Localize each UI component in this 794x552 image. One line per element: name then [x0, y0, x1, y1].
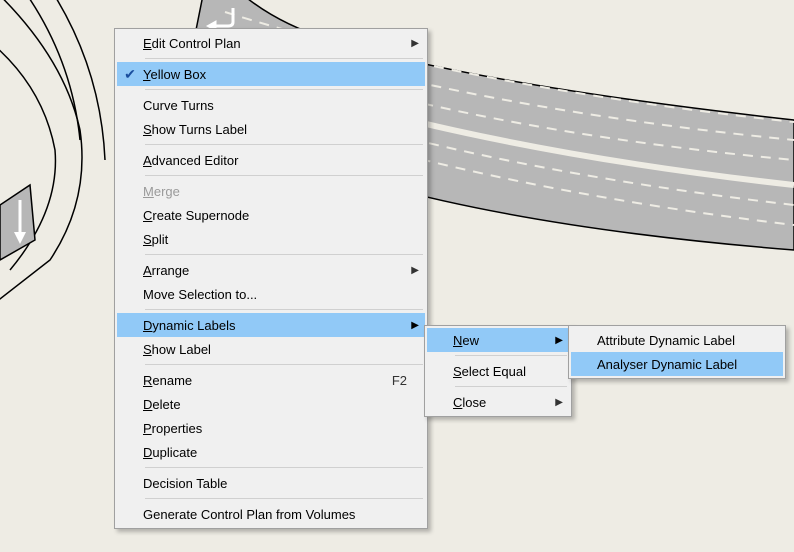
menu-label: Create Supernode — [143, 208, 407, 223]
menu-label: Yellow Box — [143, 67, 407, 82]
menu-label: Arrange — [143, 263, 407, 278]
menu-separator — [145, 89, 423, 90]
menu-separator — [145, 498, 423, 499]
menu-label: Generate Control Plan from Volumes — [143, 507, 407, 522]
check-icon: ✔ — [117, 66, 143, 83]
menu-separator — [145, 364, 423, 365]
menu-separator — [145, 58, 423, 59]
submenu-arrow-icon: ▶ — [411, 265, 419, 276]
menu-item-split[interactable]: Split — [117, 227, 425, 251]
submenu-arrow-icon: ▶ — [411, 38, 419, 49]
menu-item-show-label[interactable]: Show Label — [117, 337, 425, 361]
new-label-submenu: Attribute Dynamic Label Analyser Dynamic… — [568, 325, 786, 379]
menu-item-merge: Merge — [117, 179, 425, 203]
menu-item-show-turns-label[interactable]: Show Turns Label — [117, 117, 425, 141]
menu-label: Show Turns Label — [143, 122, 407, 137]
dynamic-labels-submenu: New ▶ Select Equal Close ▶ — [424, 325, 572, 417]
menu-item-duplicate[interactable]: Duplicate — [117, 440, 425, 464]
menu-item-new[interactable]: New ▶ — [427, 328, 569, 352]
menu-item-properties[interactable]: Properties — [117, 416, 425, 440]
menu-label: Move Selection to... — [143, 287, 407, 302]
menu-label: Properties — [143, 421, 407, 436]
menu-label: Close — [453, 395, 551, 410]
menu-label: Split — [143, 232, 407, 247]
menu-separator — [455, 386, 567, 387]
submenu-arrow-icon: ▶ — [555, 397, 563, 408]
menu-label: New — [453, 333, 551, 348]
menu-item-close[interactable]: Close ▶ — [427, 390, 569, 414]
menu-item-move-selection-to[interactable]: Move Selection to... — [117, 282, 425, 306]
menu-separator — [145, 254, 423, 255]
menu-label: Dynamic Labels — [143, 318, 407, 333]
menu-item-rename[interactable]: Rename F2 — [117, 368, 425, 392]
menu-separator — [145, 144, 423, 145]
menu-item-edit-control-plan[interactable]: Edit Control Plan ▶ — [117, 31, 425, 55]
menu-separator — [145, 467, 423, 468]
submenu-arrow-icon: ▶ — [411, 320, 419, 331]
menu-item-curve-turns[interactable]: Curve Turns — [117, 93, 425, 117]
menu-label: Analyser Dynamic Label — [597, 357, 765, 372]
menu-label: Select Equal — [453, 364, 551, 379]
menu-label: Curve Turns — [143, 98, 407, 113]
menu-item-arrange[interactable]: Arrange ▶ — [117, 258, 425, 282]
menu-item-attribute-dynamic-label[interactable]: Attribute Dynamic Label — [571, 328, 783, 352]
submenu-arrow-icon: ▶ — [555, 335, 563, 346]
menu-separator — [145, 309, 423, 310]
menu-label: Advanced Editor — [143, 153, 407, 168]
menu-label: Show Label — [143, 342, 407, 357]
context-menu: Edit Control Plan ▶ ✔ Yellow Box Curve T… — [114, 28, 428, 529]
menu-item-decision-table[interactable]: Decision Table — [117, 471, 425, 495]
menu-label: Decision Table — [143, 476, 407, 491]
menu-item-select-equal[interactable]: Select Equal — [427, 359, 569, 383]
menu-label: Edit Control Plan — [143, 36, 407, 51]
menu-label: Attribute Dynamic Label — [597, 333, 765, 348]
menu-label: Merge — [143, 184, 407, 199]
menu-item-dynamic-labels[interactable]: Dynamic Labels ▶ — [117, 313, 425, 337]
menu-item-generate-control-plan[interactable]: Generate Control Plan from Volumes — [117, 502, 425, 526]
menu-label: Duplicate — [143, 445, 407, 460]
menu-item-create-supernode[interactable]: Create Supernode — [117, 203, 425, 227]
menu-item-advanced-editor[interactable]: Advanced Editor — [117, 148, 425, 172]
menu-separator — [145, 175, 423, 176]
menu-item-delete[interactable]: Delete — [117, 392, 425, 416]
menu-label: Rename — [143, 373, 362, 388]
menu-shortcut: F2 — [392, 373, 407, 388]
menu-separator — [455, 355, 567, 356]
menu-label: Delete — [143, 397, 407, 412]
menu-item-yellow-box[interactable]: ✔ Yellow Box — [117, 62, 425, 86]
menu-item-analyser-dynamic-label[interactable]: Analyser Dynamic Label — [571, 352, 783, 376]
